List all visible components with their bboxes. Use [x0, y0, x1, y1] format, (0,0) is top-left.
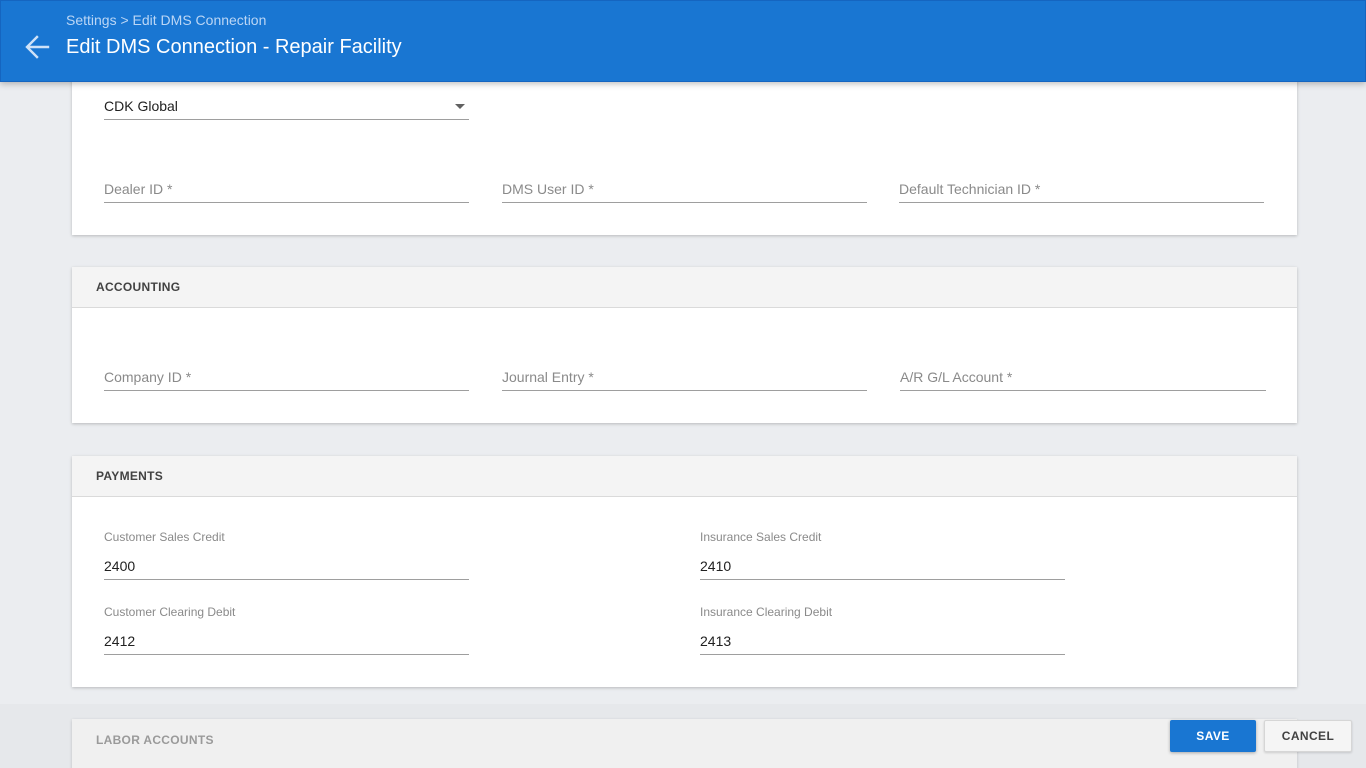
- payments-section-title: PAYMENTS: [72, 456, 1297, 497]
- arrow-left-icon: [25, 35, 50, 59]
- cancel-button[interactable]: CANCEL: [1264, 720, 1352, 752]
- chevron-down-icon: [455, 104, 465, 109]
- insurance-sales-credit-value: 2410: [700, 558, 732, 574]
- accounting-card: ACCOUNTING Company ID * Journal Entry * …: [72, 267, 1297, 423]
- dealer-id-placeholder: Dealer ID *: [104, 181, 173, 197]
- dms-provider-value: CDK Global: [104, 98, 178, 114]
- accounting-section-title: ACCOUNTING: [72, 267, 1297, 308]
- customer-clearing-debit-value: 2412: [104, 633, 136, 649]
- breadcrumb[interactable]: Settings > Edit DMS Connection: [66, 12, 266, 28]
- journal-entry-placeholder: Journal Entry *: [502, 369, 594, 385]
- labor-accounts-section-title: LABOR ACCOUNTS: [96, 733, 214, 747]
- ar-gl-account-field[interactable]: A/R G/L Account *: [900, 361, 1266, 391]
- app-header: Settings > Edit DMS Connection Edit DMS …: [0, 0, 1366, 82]
- customer-sales-credit-field[interactable]: 2400: [104, 550, 469, 580]
- dms-user-id-placeholder: DMS User ID *: [502, 181, 594, 197]
- default-technician-id-placeholder: Default Technician ID *: [899, 181, 1041, 197]
- labor-accounts-card: LABOR ACCOUNTS: [72, 719, 1297, 768]
- payments-card: PAYMENTS Customer Sales Credit 2400 Insu…: [72, 456, 1297, 687]
- customer-clearing-debit-label: Customer Clearing Debit: [104, 605, 236, 619]
- company-id-placeholder: Company ID *: [104, 369, 192, 385]
- dealer-id-field[interactable]: Dealer ID *: [104, 173, 469, 203]
- insurance-sales-credit-label: Insurance Sales Credit: [700, 530, 822, 544]
- page-title: Edit DMS Connection - Repair Facility: [66, 36, 402, 58]
- insurance-clearing-debit-label: Insurance Clearing Debit: [700, 605, 833, 619]
- back-button[interactable]: [23, 33, 51, 61]
- save-button[interactable]: SAVE: [1170, 720, 1256, 752]
- customer-clearing-debit-field[interactable]: 2412: [104, 625, 469, 655]
- customer-sales-credit-value: 2400: [104, 558, 136, 574]
- connection-card: CDK Global Dealer ID * DMS User ID * Def…: [72, 70, 1297, 235]
- dms-provider-select[interactable]: CDK Global: [104, 90, 469, 120]
- customer-sales-credit-label: Customer Sales Credit: [104, 530, 225, 544]
- insurance-clearing-debit-value: 2413: [700, 633, 732, 649]
- default-technician-id-field[interactable]: Default Technician ID *: [899, 173, 1264, 203]
- journal-entry-field[interactable]: Journal Entry *: [502, 361, 867, 391]
- insurance-clearing-debit-field[interactable]: 2413: [700, 625, 1065, 655]
- ar-gl-account-placeholder: A/R G/L Account *: [900, 369, 1013, 385]
- company-id-field[interactable]: Company ID *: [104, 361, 469, 391]
- insurance-sales-credit-field[interactable]: 2410: [700, 550, 1065, 580]
- dms-user-id-field[interactable]: DMS User ID *: [502, 173, 867, 203]
